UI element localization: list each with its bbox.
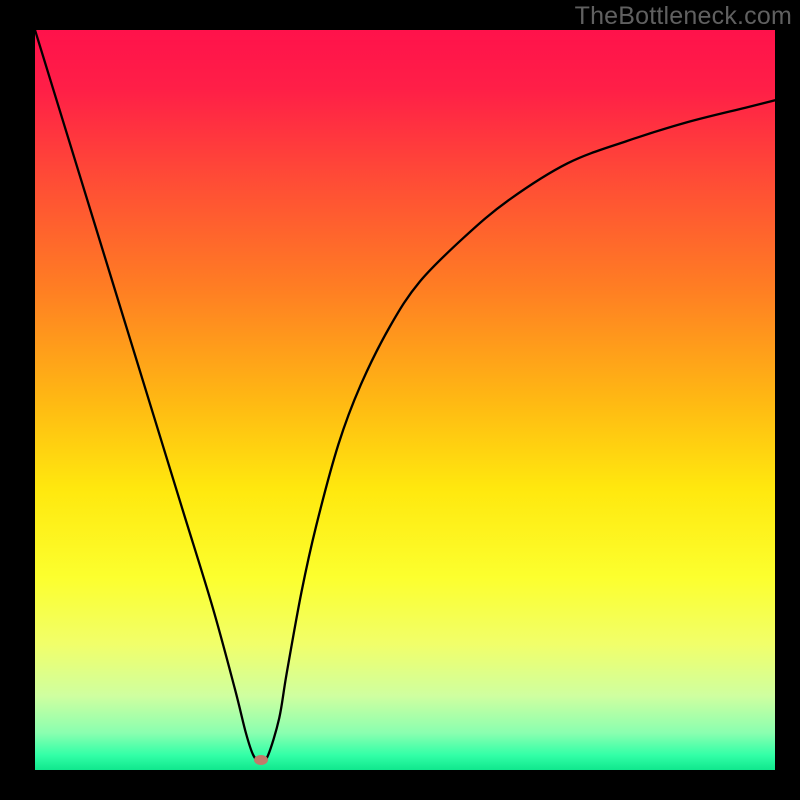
bottleneck-curve-path — [35, 30, 775, 763]
watermark-text: TheBottleneck.com — [575, 2, 792, 31]
plot-area — [35, 30, 775, 770]
chart-frame: TheBottleneck.com — [0, 0, 800, 800]
optimum-marker-icon — [254, 755, 268, 765]
curve-svg — [35, 30, 775, 770]
